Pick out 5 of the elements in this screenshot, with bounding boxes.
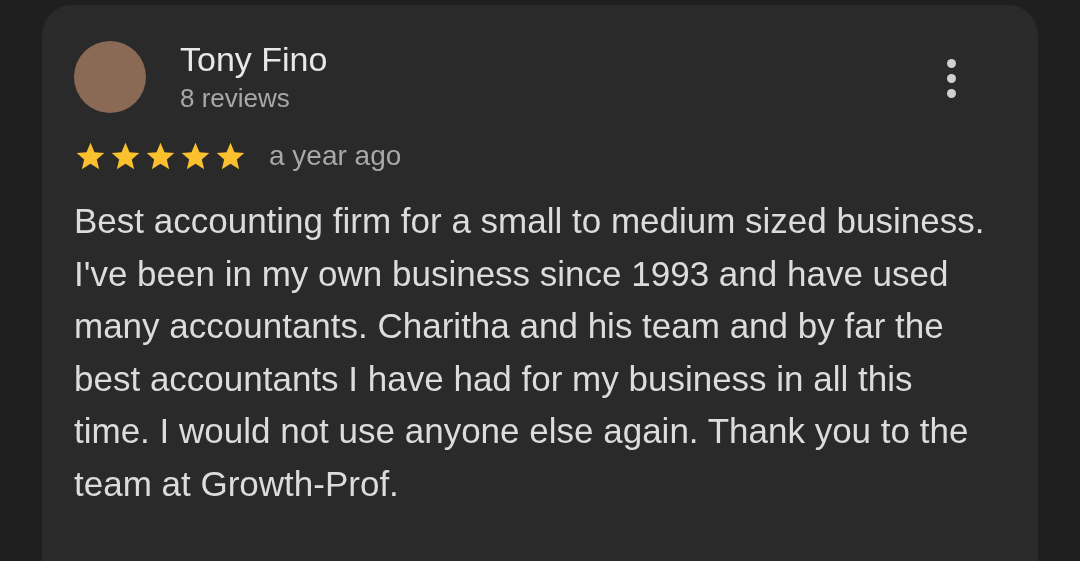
more-options-icon[interactable]: [947, 59, 956, 98]
review-text: Best accounting firm for a small to medium sized business. I've been in my own business since 1993 and have used many accountants. Charitha and his team and by far the best accountants I have had for my business in all this time. I would not use anyone else again. Thank you to the team at Growth-Prof.: [74, 200, 986, 505]
author-name: Tony Fino: [180, 39, 328, 79]
review-time: a year ago: [269, 139, 402, 173]
review-count: 8 reviews: [180, 82, 291, 115]
